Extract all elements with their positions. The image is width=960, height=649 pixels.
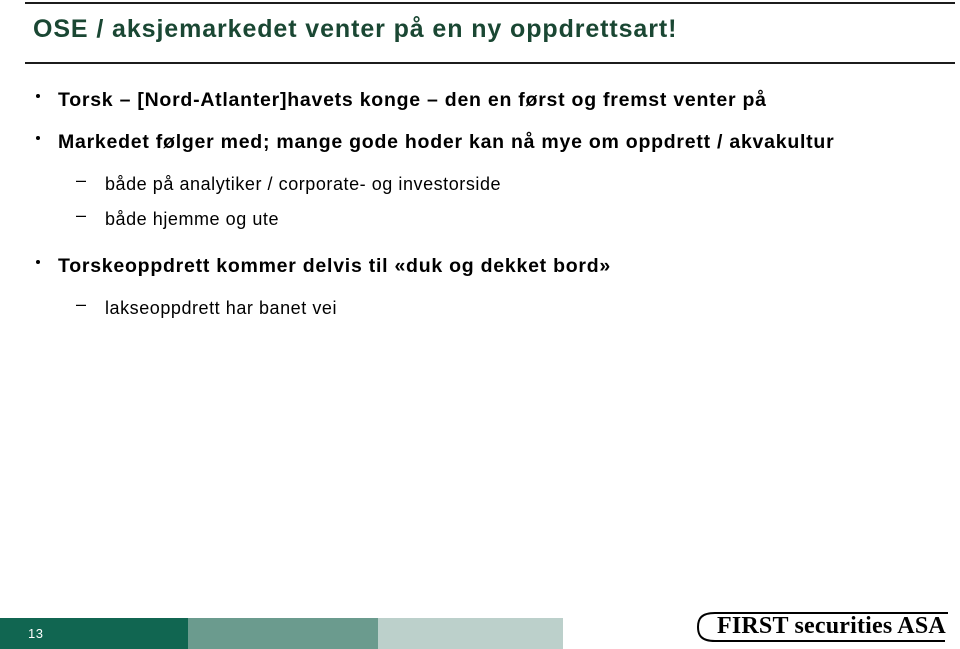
en-dash-icon: – [76, 170, 87, 190]
page-title: OSE / aksjemarkedet venter på en ny oppd… [33, 15, 678, 43]
list-item-label: lakseoppdrett har banet vei [105, 298, 337, 318]
title-rule-bottom [25, 62, 955, 64]
bullet-dot-icon [36, 136, 40, 140]
list-item-label: Markedet følger med; mange gode hoder ka… [58, 131, 835, 153]
list-item: – lakseoppdrett har banet vei [0, 295, 960, 322]
footer-mid-band [188, 618, 378, 649]
list-item: – både hjemme og ute [0, 206, 960, 233]
en-dash-icon: – [76, 294, 87, 314]
list-item-label: både på analytiker / corporate- og inves… [105, 174, 502, 194]
list-item: – både på analytiker / corporate- og inv… [0, 171, 960, 198]
list-item: Torsk – [Nord-Atlanter]havets konge – de… [0, 86, 960, 114]
list-item-label: Torsk – [Nord-Atlanter]havets konge – de… [58, 89, 767, 111]
en-dash-icon: – [76, 205, 87, 225]
title-rule-top [25, 2, 955, 4]
list-item-label: både hjemme og ute [105, 209, 280, 229]
list-item: Torskeoppdrett kommer delvis til «duk og… [0, 252, 960, 280]
list-item: Markedet følger med; mange gode hoder ka… [0, 128, 960, 156]
footer-light-band [378, 618, 563, 649]
bullet-dot-icon [36, 94, 40, 98]
content-list: Torsk – [Nord-Atlanter]havets konge – de… [0, 86, 960, 330]
list-item-label: Torskeoppdrett kommer delvis til «duk og… [58, 255, 612, 277]
logo-text: FIRST securities ASA [717, 613, 946, 639]
bullet-dot-icon [36, 260, 40, 264]
page-number: 13 [28, 626, 44, 641]
company-logo: FIRST securities ASA [697, 609, 950, 645]
slide-title-block: OSE / aksjemarkedet venter på en ny oppd… [25, 2, 955, 64]
